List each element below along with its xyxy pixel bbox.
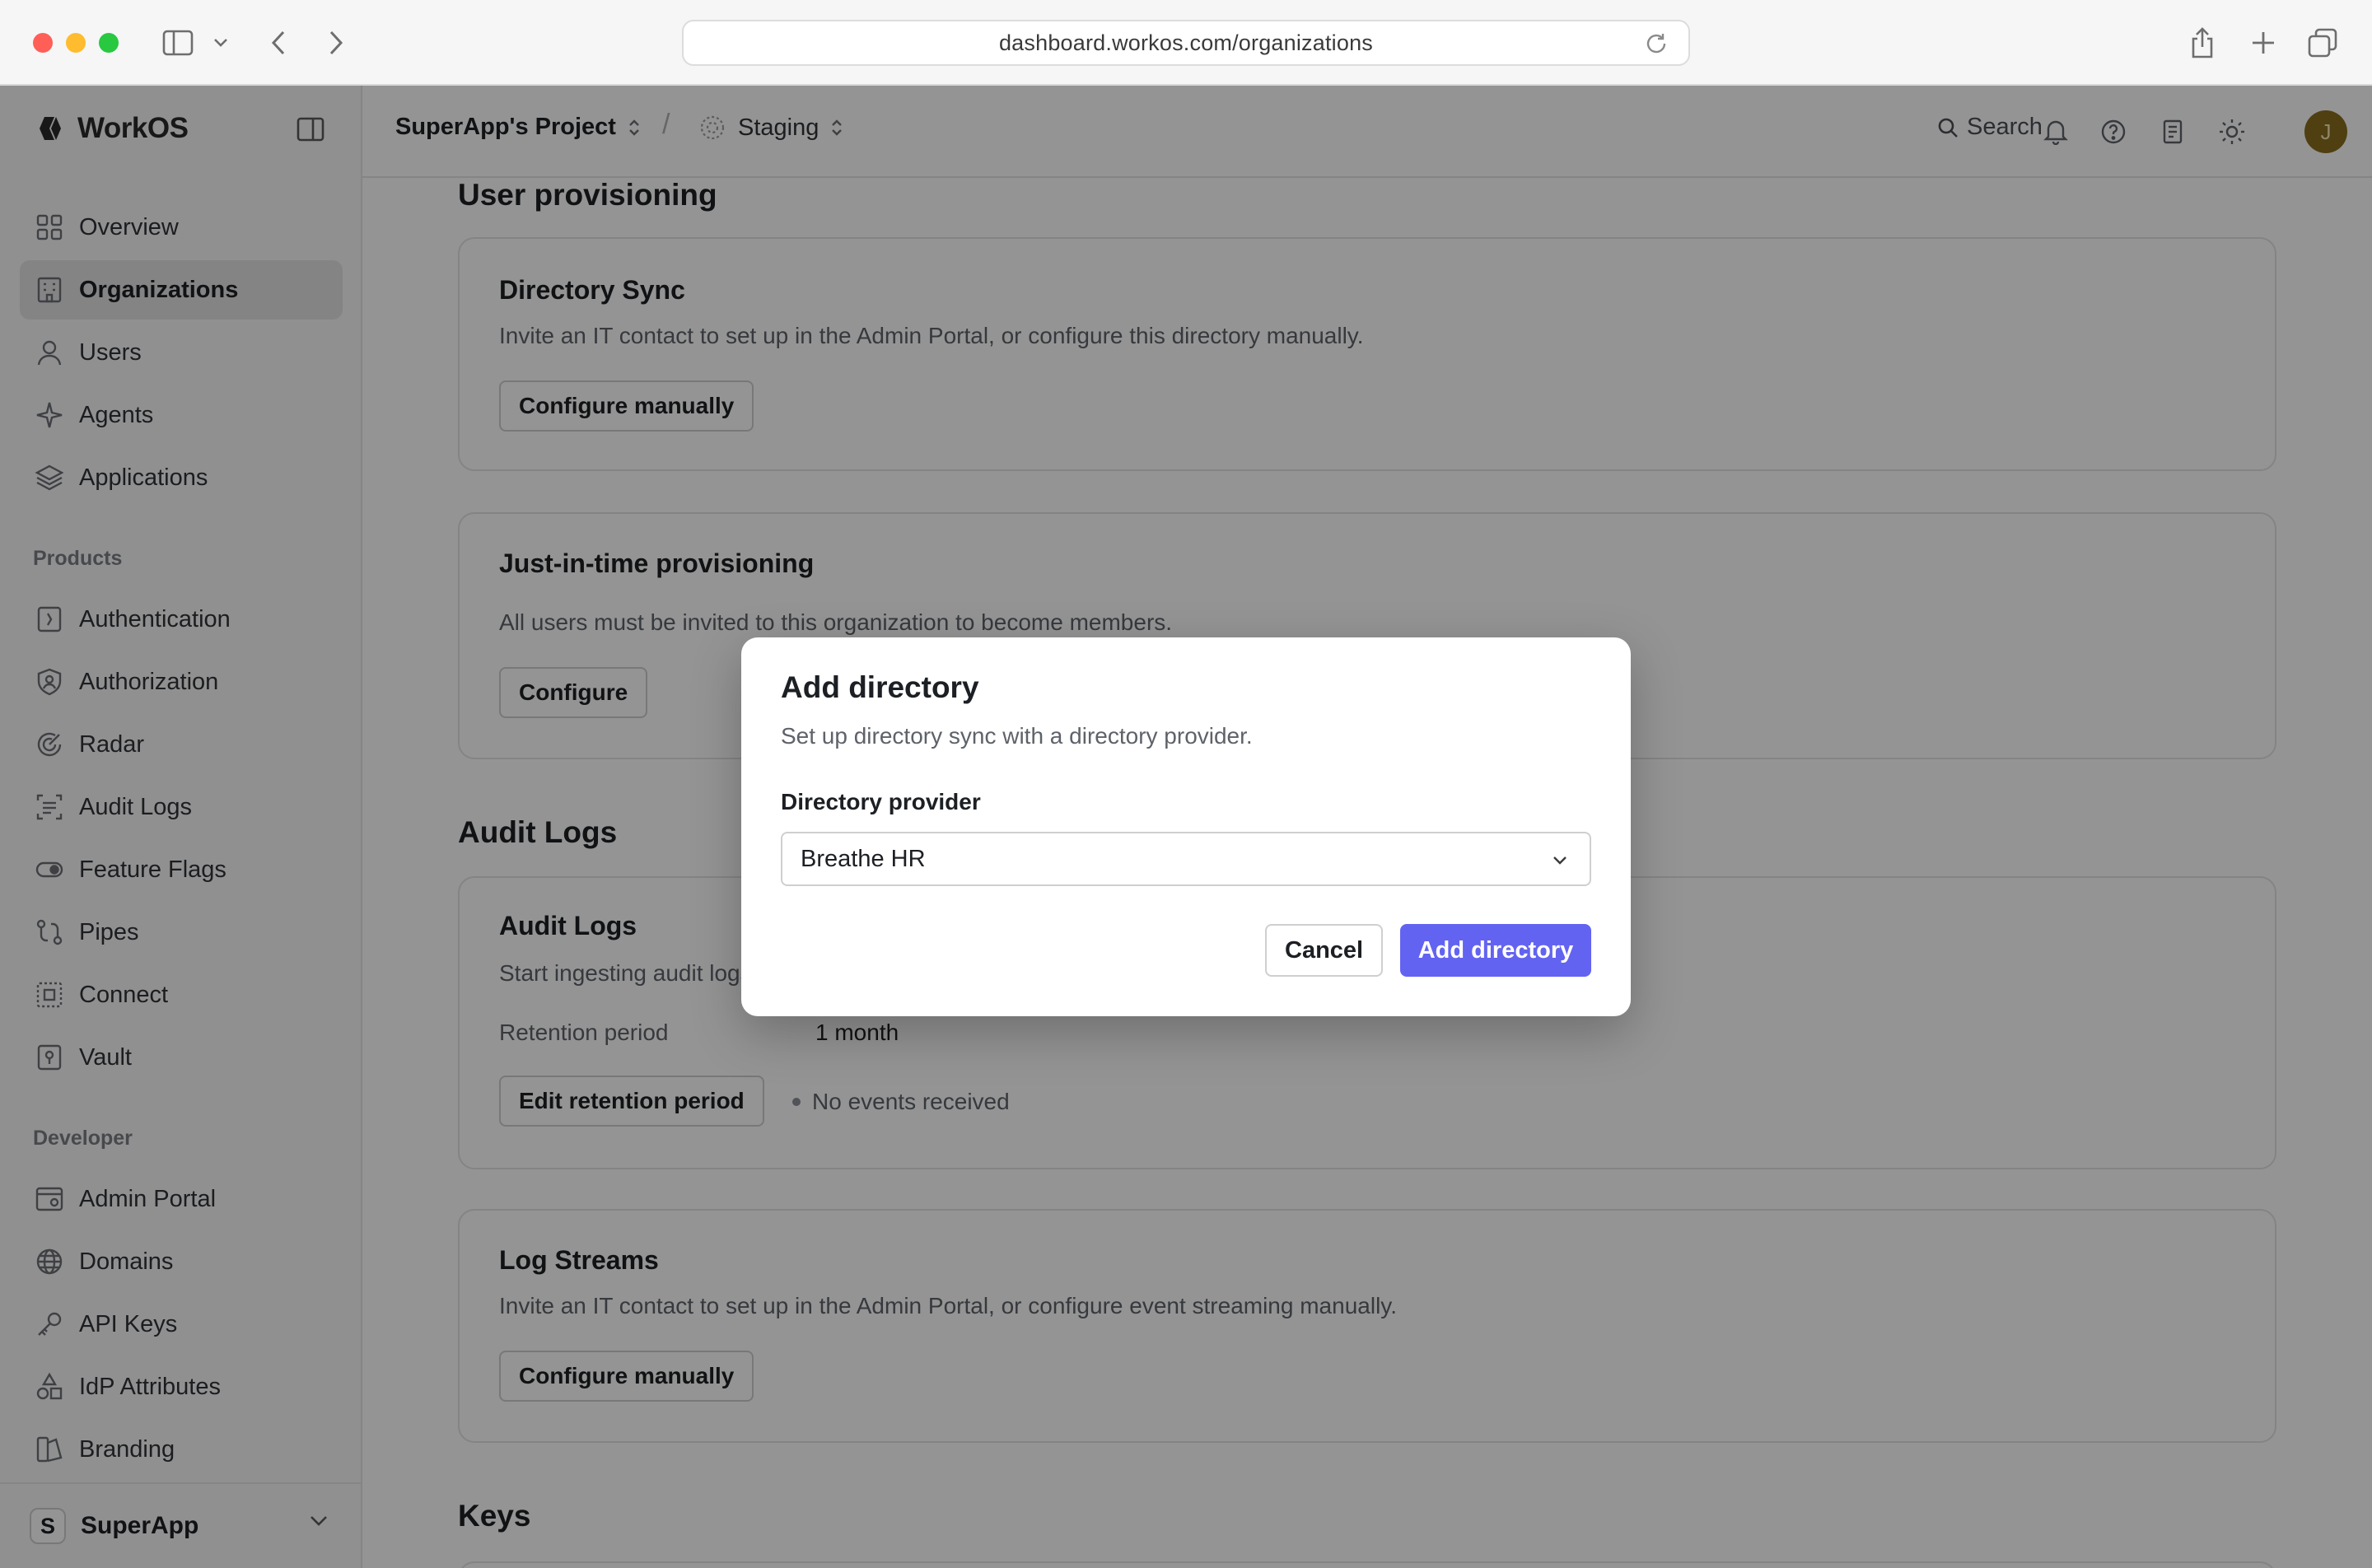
chevron-down-icon[interactable] bbox=[208, 23, 234, 63]
url-text: dashboard.workos.com/organizations bbox=[998, 30, 1374, 55]
close-window-button[interactable] bbox=[33, 33, 53, 53]
tab-overview-icon[interactable] bbox=[2303, 23, 2342, 63]
new-tab-icon[interactable] bbox=[2244, 23, 2283, 63]
sidebar-toggle-icon[interactable] bbox=[158, 23, 198, 63]
address-bar[interactable]: dashboard.workos.com/organizations bbox=[682, 20, 1690, 66]
directory-provider-select[interactable]: Breathe HR bbox=[781, 832, 1591, 886]
share-icon[interactable] bbox=[2183, 23, 2222, 63]
chevron-down-icon bbox=[1550, 850, 1570, 870]
cancel-button[interactable]: Cancel bbox=[1265, 924, 1384, 977]
maximize-window-button[interactable] bbox=[99, 33, 119, 53]
dialog-title: Add directory bbox=[781, 670, 979, 704]
add-directory-button[interactable]: Add directory bbox=[1400, 924, 1591, 977]
forward-icon[interactable] bbox=[316, 23, 356, 63]
reload-icon[interactable] bbox=[1644, 31, 1669, 56]
minimize-window-button[interactable] bbox=[66, 33, 86, 53]
directory-provider-label: Directory provider bbox=[781, 789, 981, 814]
back-icon[interactable] bbox=[259, 23, 298, 63]
browser-toolbar: dashboard.workos.com/organizations bbox=[0, 0, 2372, 86]
add-directory-dialog: Add directory Set up directory sync with… bbox=[741, 637, 1631, 1016]
selected-provider: Breathe HR bbox=[801, 845, 926, 872]
dialog-description: Set up directory sync with a directory p… bbox=[781, 723, 1253, 749]
